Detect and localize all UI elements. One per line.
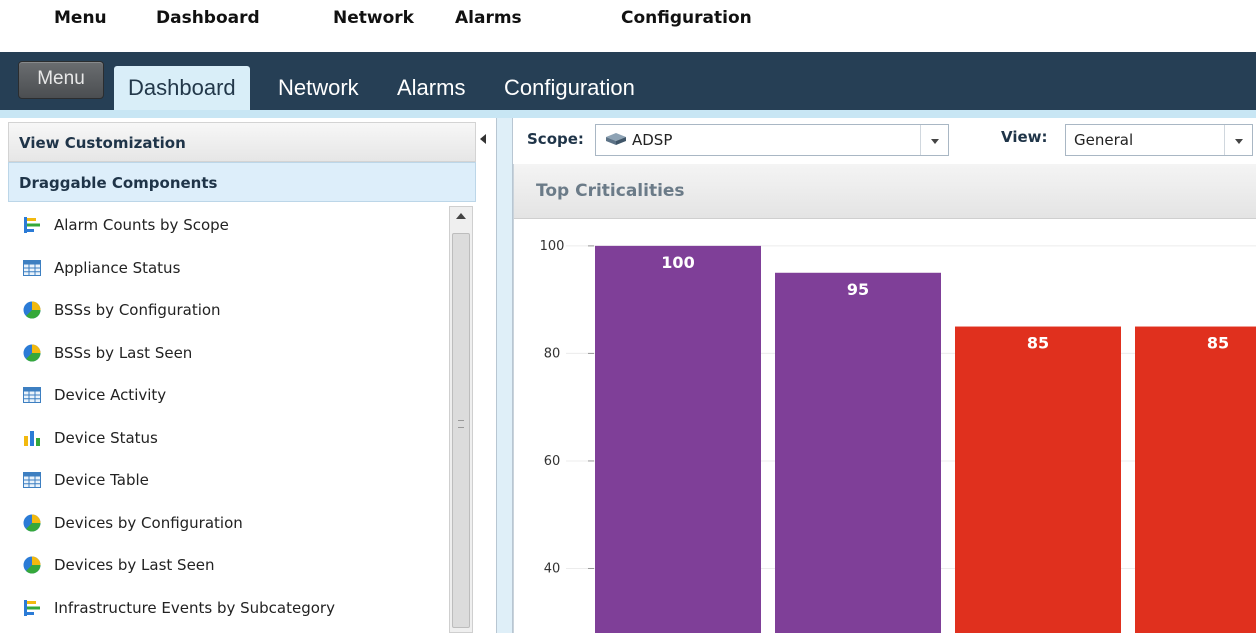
- callout-dashboard: Dashboard: [156, 8, 260, 28]
- view-dropdown-arrow-icon[interactable]: [1224, 125, 1252, 155]
- scope-select[interactable]: ADSP: [595, 124, 949, 156]
- chart-title: Top Criticalities: [514, 164, 1256, 219]
- view-select[interactable]: General: [1065, 124, 1253, 156]
- scope-view-bar: Scope: ADSP View: General: [513, 118, 1256, 164]
- bar-value-label: 85: [1027, 334, 1049, 353]
- pie-chart-icon: [22, 555, 42, 575]
- bar-2[interactable]: [775, 272, 941, 633]
- view-value: General: [1074, 131, 1134, 149]
- component-item-label: Devices by Configuration: [54, 513, 243, 532]
- y-tick-label: 60: [544, 454, 561, 469]
- tab-network[interactable]: Network: [278, 66, 359, 110]
- draggable-components-list: Alarm Counts by Scope Appliance Status BSS…: [8, 204, 448, 629]
- table-icon: [22, 258, 42, 278]
- top-nav-bar: Menu Dashboard Network Alarms Configurat…: [0, 52, 1256, 110]
- top-criticalities-chart: 100 80 60 40 100 95 85 85: [540, 239, 1256, 633]
- component-item-label: Devices by Last Seen: [54, 556, 215, 575]
- component-item-label: Alarm Counts by Scope: [54, 216, 229, 235]
- panel-splitter[interactable]: [497, 118, 513, 633]
- component-item[interactable]: Appliance Status: [8, 247, 448, 290]
- component-item-label: Device Activity: [54, 386, 167, 405]
- scope-label: Scope:: [527, 130, 584, 148]
- collapse-left-icon[interactable]: [480, 134, 486, 144]
- hbar-chart-icon: [22, 598, 42, 618]
- tab-underline-strip: [0, 110, 1256, 118]
- y-tick-label: 100: [540, 239, 565, 254]
- bar-value-label: 85: [1207, 334, 1229, 353]
- component-item-label: Device Table: [54, 471, 149, 490]
- bar-value-label: 95: [847, 280, 869, 299]
- pie-chart-icon: [22, 513, 42, 533]
- tab-dashboard[interactable]: Dashboard: [114, 66, 250, 110]
- grip-icon: [458, 420, 464, 428]
- component-item[interactable]: Devices by Last Seen: [8, 544, 448, 587]
- y-tick-label: 40: [544, 561, 561, 576]
- bar-value-label: 100: [661, 253, 694, 272]
- component-item[interactable]: Devices by Configuration: [8, 502, 448, 545]
- y-tick-label: 80: [544, 346, 561, 361]
- scrollbar-thumb[interactable]: [452, 233, 470, 628]
- pie-chart-icon: [22, 300, 42, 320]
- callout-menu: Menu: [54, 8, 107, 28]
- bar-4[interactable]: [1135, 326, 1256, 633]
- component-item[interactable]: Alarm Counts by Scope: [8, 204, 448, 247]
- vbar-chart-icon: [22, 428, 42, 448]
- tab-configuration[interactable]: Configuration: [504, 66, 635, 110]
- top-criticalities-panel: Top Criticalities 100 80 60 40 100 95 85 85: [513, 164, 1256, 633]
- component-item[interactable]: Infrastructure Events by Subcategory: [8, 587, 448, 630]
- draggable-components-header[interactable]: Draggable Components: [8, 162, 476, 202]
- component-item-label: Device Status: [54, 428, 158, 447]
- callout-configuration: Configuration: [621, 8, 752, 28]
- table-icon: [22, 385, 42, 405]
- component-item[interactable]: BSSs by Last Seen: [8, 332, 448, 375]
- component-item-label: Appliance Status: [54, 258, 181, 277]
- bar-3[interactable]: [955, 326, 1121, 633]
- component-item-label: BSSs by Configuration: [54, 301, 221, 320]
- menu-button[interactable]: Menu: [18, 61, 104, 99]
- pie-chart-icon: [22, 343, 42, 363]
- component-item[interactable]: BSSs by Configuration: [8, 289, 448, 332]
- component-item[interactable]: Device Table: [8, 459, 448, 502]
- tab-alarms[interactable]: Alarms: [397, 66, 465, 110]
- scope-value: ADSP: [632, 131, 673, 149]
- appliance-icon: [606, 133, 626, 145]
- view-label: View:: [1001, 128, 1048, 146]
- table-icon: [22, 470, 42, 490]
- component-item[interactable]: Device Activity: [8, 374, 448, 417]
- component-item-label: BSSs by Last Seen: [54, 343, 193, 362]
- scroll-up-arrow-icon[interactable]: [456, 213, 466, 219]
- hbar-chart-icon: [22, 215, 42, 235]
- component-item-label: Infrastructure Events by Subcategory: [54, 598, 335, 617]
- view-customization-panel: View Customization Draggable Components …: [0, 118, 497, 633]
- callout-network: Network: [333, 8, 414, 28]
- component-item[interactable]: Device Status: [8, 417, 448, 460]
- callout-alarms: Alarms: [455, 8, 522, 28]
- view-customization-header[interactable]: View Customization: [8, 122, 476, 162]
- bar-1[interactable]: [595, 245, 761, 633]
- scope-dropdown-arrow-icon[interactable]: [920, 125, 948, 155]
- list-scrollbar[interactable]: [449, 206, 473, 633]
